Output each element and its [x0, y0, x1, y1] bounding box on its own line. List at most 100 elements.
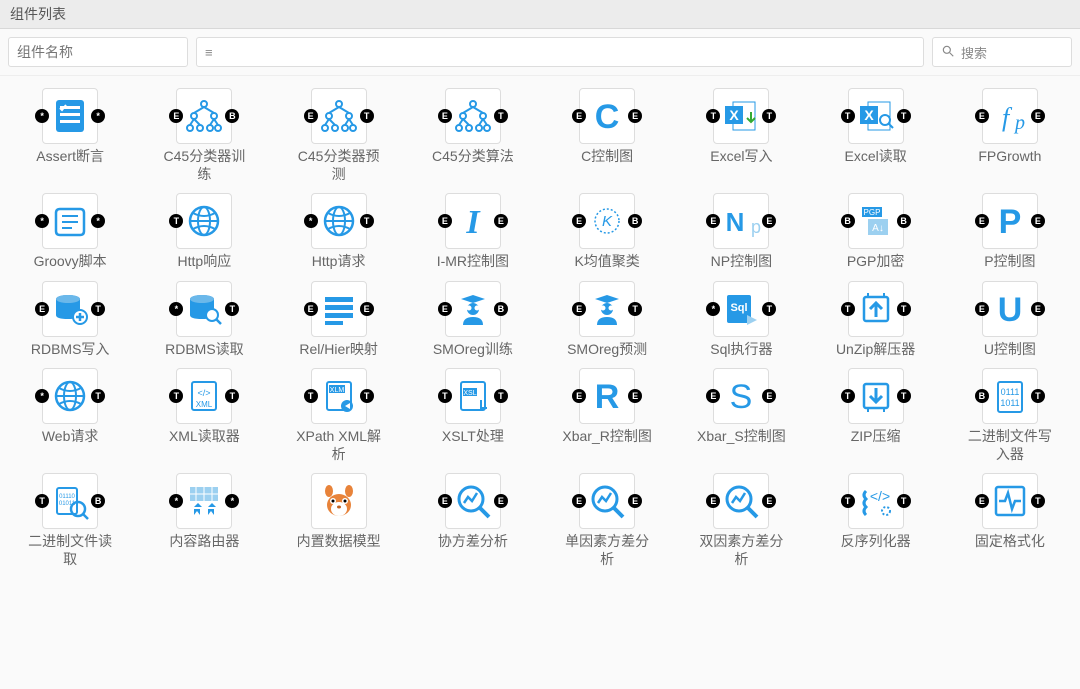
breadcrumb-bar[interactable]: ≡	[196, 37, 924, 67]
port-right: *	[91, 109, 105, 123]
component-icon: UEE	[982, 281, 1038, 337]
component-item[interactable]: EE协方差分析	[411, 473, 535, 568]
port-right: T	[494, 109, 508, 123]
component-item[interactable]: **内容路由器	[142, 473, 266, 568]
component-item[interactable]: Sql*TSql执行器	[679, 281, 803, 359]
component-label: 单因素方差分析	[562, 533, 652, 568]
component-item[interactable]: TTUnZip解压器	[814, 281, 938, 359]
search-box[interactable]: 搜索	[932, 37, 1072, 67]
component-icon: Sql*T	[713, 281, 769, 337]
svg-text:I: I	[465, 204, 481, 241]
component-item[interactable]: XSLTTXSLT处理	[411, 368, 535, 463]
component-item[interactable]: XTTExcel读取	[814, 88, 938, 183]
component-item[interactable]: TT ZIP压缩	[814, 368, 938, 463]
component-item[interactable]: ET固定格式化	[948, 473, 1072, 568]
port-left: B	[841, 214, 855, 228]
component-item[interactable]: *THttp请求	[277, 193, 401, 271]
port-left: T	[169, 389, 183, 403]
component-item[interactable]: REEXbar_R控制图	[545, 368, 669, 463]
port-left: T	[841, 494, 855, 508]
component-item[interactable]: KEBK均值聚类	[545, 193, 669, 271]
component-icon: T	[176, 193, 232, 249]
component-item[interactable]: THttp响应	[142, 193, 266, 271]
port-right: E	[1031, 214, 1045, 228]
port-right: B	[628, 214, 642, 228]
component-item[interactable]: ETRDBMS写入	[8, 281, 132, 359]
component-icon: EB	[445, 281, 501, 337]
component-item[interactable]: EERel/Hier映射	[277, 281, 401, 359]
component-item[interactable]: SEEXbar_S控制图	[679, 368, 803, 463]
component-item[interactable]: PEEP控制图	[948, 193, 1072, 271]
port-left: *	[706, 302, 720, 316]
component-label: 反序列化器	[841, 533, 911, 551]
hamburger-icon: ≡	[205, 45, 213, 60]
component-item[interactable]: 0111001011TB二进制文件读取	[8, 473, 132, 568]
component-icon: **	[42, 193, 98, 249]
port-right: B	[225, 109, 239, 123]
component-item[interactable]: EBSMOreg训练	[411, 281, 535, 359]
component-icon: </>TT	[848, 473, 904, 529]
component-icon: </>XMLTT	[176, 368, 232, 424]
component-name-input[interactable]	[8, 37, 188, 67]
component-icon: TT	[848, 368, 904, 424]
component-label: RDBMS写入	[31, 341, 110, 359]
port-left: E	[572, 389, 586, 403]
component-label: ZIP压缩	[851, 428, 901, 446]
component-icon: *T	[311, 193, 367, 249]
component-label: XML读取器	[169, 428, 240, 446]
port-left: E	[304, 109, 318, 123]
toolbar: ≡ 搜索	[0, 29, 1080, 76]
component-icon: NpEE	[713, 193, 769, 249]
component-label: XPath XML解析	[294, 428, 384, 463]
svg-text:K: K	[602, 213, 613, 230]
component-item[interactable]: EE双因素方差分析	[679, 473, 803, 568]
component-label: 协方差分析	[438, 533, 508, 551]
component-icon: XTT	[848, 88, 904, 144]
component-item[interactable]: CEEC控制图	[545, 88, 669, 183]
component-icon: **	[176, 473, 232, 529]
port-right: E	[494, 494, 508, 508]
svg-text:p: p	[751, 217, 761, 237]
component-item[interactable]: UEEU控制图	[948, 281, 1072, 359]
port-left: *	[35, 389, 49, 403]
port-right: E	[628, 494, 642, 508]
svg-text:A↓: A↓	[872, 223, 884, 234]
component-item[interactable]: ETSMOreg预测	[545, 281, 669, 359]
component-item[interactable]: fpEEFPGrowth	[948, 88, 1072, 183]
component-item[interactable]: </>TT 反序列化器	[814, 473, 938, 568]
component-item[interactable]: *TRDBMS读取	[142, 281, 266, 359]
component-item[interactable]: NpEENP控制图	[679, 193, 803, 271]
svg-text:</>: </>	[870, 488, 890, 504]
port-right: T	[628, 302, 642, 316]
component-icon: **	[42, 88, 98, 144]
component-icon: *T	[42, 368, 98, 424]
component-item[interactable]: ETC45分类器预测	[277, 88, 401, 183]
component-item[interactable]: 内置数据模型	[277, 473, 401, 568]
component-label: P控制图	[984, 253, 1035, 271]
component-item[interactable]: PGPA↓BBPGP加密	[814, 193, 938, 271]
port-right: E	[1031, 302, 1045, 316]
component-label: PGP加密	[847, 253, 905, 271]
port-left: E	[975, 302, 989, 316]
svg-text:</>: </>	[198, 388, 211, 398]
component-label: SMOreg预测	[567, 341, 647, 359]
component-icon: ET	[445, 88, 501, 144]
component-item[interactable]: ET C45分类算法	[411, 88, 535, 183]
component-item[interactable]: XTTExcel写入	[679, 88, 803, 183]
component-item[interactable]: **Assert断言	[8, 88, 132, 183]
component-label: C45分类算法	[432, 148, 514, 166]
component-item[interactable]: *TWeb请求	[8, 368, 132, 463]
component-item[interactable]: </>XMLTT XML读取器	[142, 368, 266, 463]
component-item[interactable]: EBC45分类器训练	[142, 88, 266, 183]
component-label: UnZip解压器	[836, 341, 915, 359]
port-left: *	[304, 214, 318, 228]
component-item[interactable]: **Groovy脚本	[8, 193, 132, 271]
component-item[interactable]: XLMTTXPath XML解析	[277, 368, 401, 463]
port-left: *	[35, 214, 49, 228]
component-item[interactable]: 01111011BT二进制文件写入器	[948, 368, 1072, 463]
component-item[interactable]: EE单因素方差分析	[545, 473, 669, 568]
component-icon: ET	[311, 88, 367, 144]
port-left: E	[975, 214, 989, 228]
svg-text:R: R	[595, 378, 620, 416]
component-item[interactable]: IEEI-MR控制图	[411, 193, 535, 271]
